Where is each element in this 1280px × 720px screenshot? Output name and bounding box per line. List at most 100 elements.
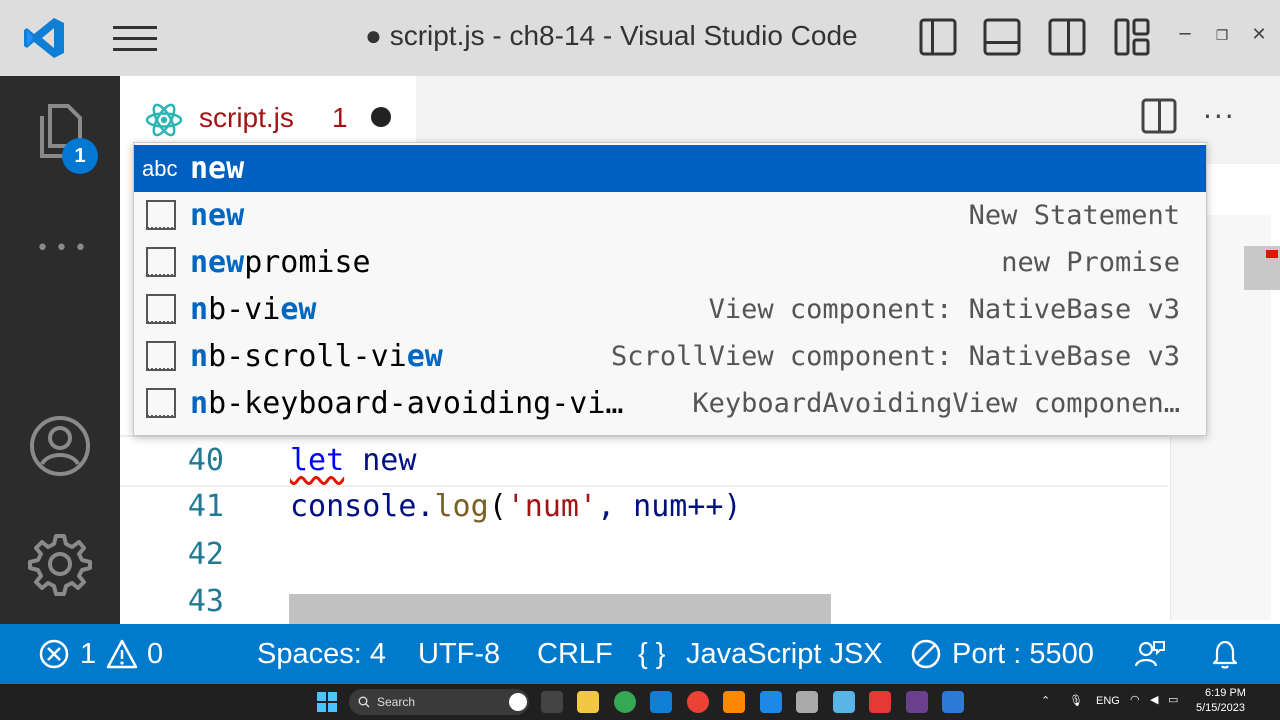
suggestion-label: nb-scroll-view xyxy=(190,339,443,374)
code-object: console. xyxy=(290,489,435,524)
windows-taskbar: Search ⌃ 🎙 ENG ◠ ◀ ▭ 6:19 PM 5/15/2023 xyxy=(0,684,1280,720)
notepad-icon[interactable] xyxy=(760,691,782,713)
line-number: 40 xyxy=(187,443,224,478)
vscode-taskbar-icon[interactable] xyxy=(650,691,672,713)
text-suggestion-icon: abc xyxy=(142,156,178,181)
restore-button[interactable]: ❐ xyxy=(1207,28,1237,44)
tab-label: script.js xyxy=(199,102,294,133)
language-mode[interactable]: JavaScript JSX xyxy=(686,624,883,684)
code-paren: ( xyxy=(488,489,507,524)
calculator-icon[interactable] xyxy=(796,691,818,713)
code-rest: , num++) xyxy=(597,489,742,524)
feedback-icon[interactable] xyxy=(1134,638,1166,670)
line-number: 41 xyxy=(187,489,224,524)
snippet-icon xyxy=(146,200,176,230)
activity-bar: 1 ••• xyxy=(0,76,120,624)
title-bar: ● script.js - ch8-14 - Visual Studio Cod… xyxy=(0,0,1280,76)
terminal-app-icon[interactable] xyxy=(541,691,563,713)
toggle-sidebar-icon[interactable] xyxy=(919,18,957,56)
bing-icon[interactable] xyxy=(509,693,527,711)
keyword: let xyxy=(290,443,345,478)
clock-date[interactable]: 5/15/2023 xyxy=(1196,702,1245,714)
code-string: 'num' xyxy=(506,489,598,524)
notifications-bell-icon[interactable] xyxy=(1209,638,1241,670)
toggle-panel-icon[interactable] xyxy=(983,18,1021,56)
live-server-port[interactable]: Port : 5500 xyxy=(952,624,1094,684)
suggestion-item[interactable]: new New Statement xyxy=(134,192,1206,239)
snipping-tool-icon[interactable] xyxy=(833,691,855,713)
snippet-icon xyxy=(146,247,176,277)
toggle-secondary-sidebar-icon[interactable] xyxy=(1048,18,1086,56)
code-line[interactable]: 41 console.log('num', num++) xyxy=(120,483,1168,531)
clock-time[interactable]: 6:19 PM xyxy=(1205,687,1246,699)
taskbar-search[interactable]: Search xyxy=(349,689,529,715)
code-text: console.log('num', num++) xyxy=(290,483,742,531)
code-text: let new xyxy=(290,437,416,485)
react-icon xyxy=(145,103,183,137)
search-icon xyxy=(358,696,370,708)
minimap-error-marker xyxy=(1266,250,1278,258)
suggestion-label: nb-view xyxy=(190,292,317,327)
file-explorer-icon[interactable] xyxy=(577,691,599,713)
minimize-button[interactable]: ─ xyxy=(1170,24,1200,45)
slack-icon[interactable] xyxy=(906,691,928,713)
snippet-icon xyxy=(146,388,176,418)
line-number: 43 xyxy=(187,584,224,619)
battery-icon[interactable]: ▭ xyxy=(1168,693,1178,706)
unsaved-dot-icon[interactable] xyxy=(371,107,391,127)
vlc-icon[interactable] xyxy=(723,691,745,713)
volume-icon[interactable]: ◀ xyxy=(1150,693,1158,706)
search-placeholder: Search xyxy=(377,695,416,709)
more-actions-button[interactable]: ··· xyxy=(1203,100,1236,133)
suggestion-item[interactable]: newpromise new Promise xyxy=(134,239,1206,286)
line-number: 42 xyxy=(187,537,224,572)
window-title: ● script.js - ch8-14 - Visual Studio Cod… xyxy=(365,20,858,51)
close-button[interactable]: ✕ xyxy=(1244,24,1274,45)
wifi-icon[interactable]: ◠ xyxy=(1130,693,1140,706)
microphone-icon[interactable]: 🎙 xyxy=(1069,694,1083,707)
windows-start-icon[interactable] xyxy=(316,691,338,713)
warning-icon[interactable] xyxy=(106,638,138,670)
chrome-icon[interactable] xyxy=(614,691,636,713)
screen-recorder-icon[interactable] xyxy=(869,691,891,713)
tray-chevron-icon[interactable]: ⌃ xyxy=(1041,694,1050,707)
code-line[interactable]: 40 let new xyxy=(120,435,1168,487)
braces-icon[interactable]: { } xyxy=(638,624,665,684)
code-function: log xyxy=(434,489,489,524)
customize-layout-icon[interactable] xyxy=(1114,18,1152,56)
suggestion-item-selected[interactable]: abc new xyxy=(134,145,1206,192)
suggestion-detail: New Statement xyxy=(968,200,1180,231)
suggestion-item[interactable]: nb-scroll-view ScrollView component: Nat… xyxy=(134,333,1206,380)
suggestion-label: nb-keyboard-avoiding-vi… xyxy=(190,386,624,421)
error-icon[interactable] xyxy=(38,638,70,670)
suggestion-widget: abc new new New Statement newpromise new… xyxy=(133,142,1207,436)
suggestion-detail: View component: NativeBase v3 xyxy=(708,294,1180,325)
language-indicator[interactable]: ENG xyxy=(1096,695,1120,707)
vscode-logo-icon[interactable] xyxy=(22,16,66,60)
split-editor-icon[interactable] xyxy=(1141,98,1177,134)
horizontal-scrollbar[interactable] xyxy=(289,594,831,624)
snippet-icon xyxy=(146,341,176,371)
suggestion-item[interactable]: nb-view View component: NativeBase v3 xyxy=(134,286,1206,333)
warning-count[interactable]: 0 xyxy=(147,624,163,684)
eol-status[interactable]: CRLF xyxy=(537,624,613,684)
suggestion-label: new xyxy=(190,198,245,233)
paint-icon[interactable] xyxy=(942,691,964,713)
settings-gear-icon[interactable] xyxy=(28,532,92,596)
indentation-status[interactable]: Spaces: 4 xyxy=(257,624,386,684)
code-rest: new xyxy=(344,443,417,478)
chrome-profile-icon[interactable] xyxy=(687,691,709,713)
suggestion-detail: new Promise xyxy=(1001,247,1180,278)
go-live-icon[interactable] xyxy=(910,638,942,670)
account-icon[interactable] xyxy=(28,414,92,478)
error-count[interactable]: 1 xyxy=(80,624,96,684)
suggestion-detail: KeyboardAvoidingView componen… xyxy=(692,388,1180,419)
suggestion-label: new xyxy=(190,151,245,186)
code-line[interactable]: 42 xyxy=(120,531,1168,579)
explorer-badge: 1 xyxy=(62,138,98,174)
menu-icon[interactable] xyxy=(113,25,157,53)
encoding-status[interactable]: UTF-8 xyxy=(418,624,500,684)
more-views-icon[interactable]: ••• xyxy=(36,236,93,261)
suggestion-item[interactable]: nb-keyboard-avoiding-vi… KeyboardAvoidin… xyxy=(134,380,1206,427)
suggestion-detail: ScrollView component: NativeBase v3 xyxy=(611,341,1180,372)
